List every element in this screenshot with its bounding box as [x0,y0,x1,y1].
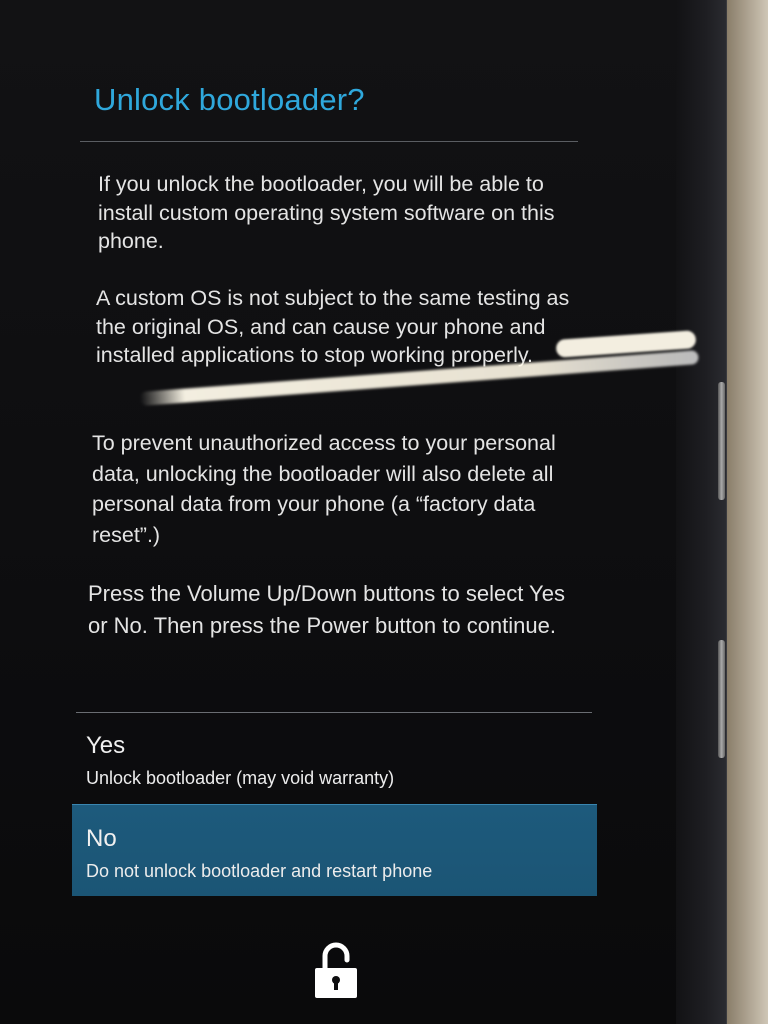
volume-button[interactable] [718,382,725,500]
bootloader-screen: Unlock bootloader? If you unlock the boo… [0,0,676,1024]
option-yes[interactable]: Yes Unlock bootloader (may void warranty… [72,718,597,810]
title-divider [80,141,578,142]
instruction-paragraph: Press the Volume Up/Down buttons to sele… [88,581,565,638]
phone-bezel [676,0,727,1024]
option-no-label: No [86,825,117,852]
option-yes-description: Unlock bootloader (may void warranty) [86,768,395,788]
option-yes-label: Yes [86,732,126,759]
warning-paragraph-3: To prevent unauthorized access to your p… [92,431,556,547]
dialog-title: Unlock bootloader? [94,82,365,117]
warning-paragraph-1: If you unlock the bootloader, you will b… [98,172,555,253]
power-button[interactable] [718,640,725,758]
unlocked-padlock-icon [315,942,357,998]
option-no-description: Do not unlock bootloader and restart pho… [86,861,433,881]
option-no[interactable]: No Do not unlock bootloader and restart … [72,804,597,896]
menu-divider [76,712,592,713]
warning-paragraph-2: A custom OS is not subject to the same t… [96,286,570,367]
photo-scene: Unlock bootloader? If you unlock the boo… [0,0,768,1024]
